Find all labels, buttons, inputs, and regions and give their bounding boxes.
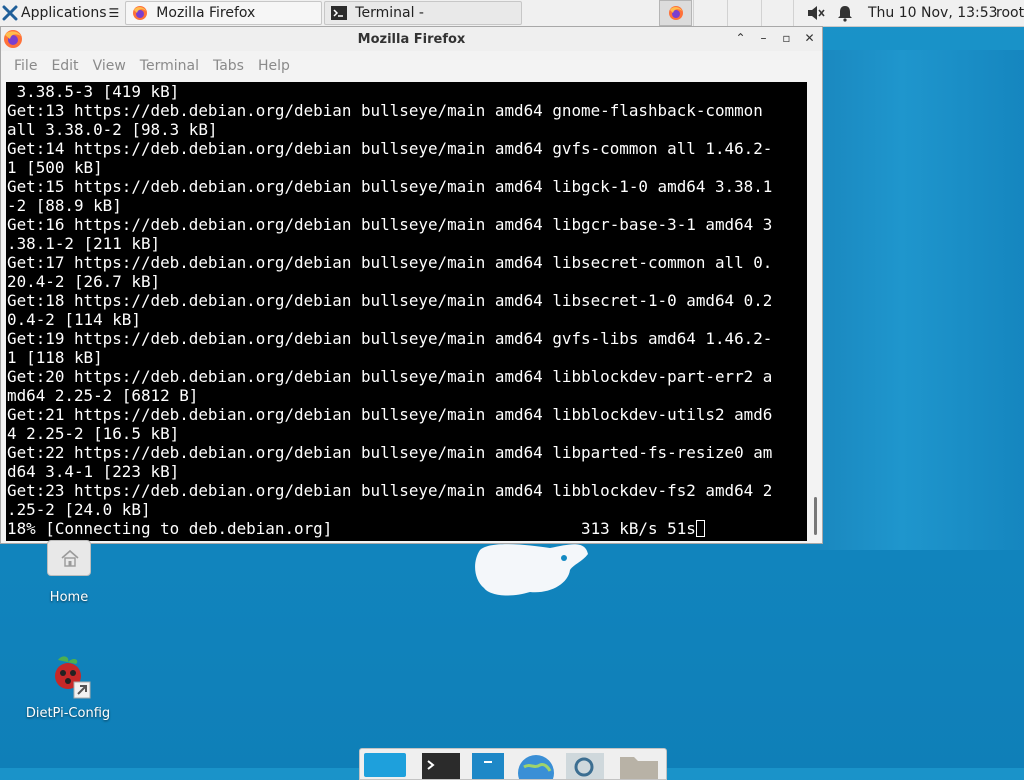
terminal-line: Get:19 https://deb.debian.org/debian bul… [7,329,773,348]
terminal-line: 4 2.25-2 [16.5 kB] [7,424,180,443]
folder-launcher-icon[interactable] [618,753,660,779]
panel-clock[interactable]: Thu 10 Nov, 13:53 [868,0,998,26]
taskbar-item-label: Terminal - [355,5,424,21]
workspace-2-button[interactable] [693,0,726,26]
window-titlebar[interactable]: Mozilla Firefox ⌃ – ▫ ✕ [1,27,822,51]
dietpi-icon [44,652,92,700]
applications-label: Applications [21,5,107,21]
terminal-line: Get:14 https://deb.debian.org/debian bul… [7,139,773,158]
web-browser-launcher-icon[interactable] [516,753,556,779]
terminal-menubar: File Edit View Terminal Tabs Help [1,51,822,81]
menu-terminal[interactable]: Terminal [133,58,206,74]
terminal-line: 3.38.5-3 [419 kB] [16,82,180,101]
terminal-line: 1 [500 kB] [7,158,103,177]
terminal-line: 1 [118 kB] [7,348,103,367]
window-maximize-button[interactable]: ▫ [778,30,795,47]
app-finder-launcher-icon[interactable] [566,753,604,779]
terminal-line: 20.4-2 [26.7 kB] [7,272,161,291]
terminal-line: md64 2.25-2 [6812 B] [7,386,199,405]
terminal-line: Get:23 https://deb.debian.org/debian bul… [7,481,773,500]
volume-muted-icon[interactable] [806,4,826,22]
taskbar-item-label: Mozilla Firefox [156,5,256,21]
home-folder-icon [47,540,91,576]
menu-edit[interactable]: Edit [44,58,85,74]
terminal-line: Get:16 https://deb.debian.org/debian bul… [7,215,773,234]
terminal-line: .25-2 [24.0 kB] [7,500,151,519]
window-title: Mozilla Firefox [357,31,466,47]
bottom-dock [359,748,667,780]
terminal-scrollbar[interactable] [808,82,820,541]
desktop-icon-label: Home [49,590,89,605]
top-panel: Applications ☰ Mozilla Firefox Terminal … [0,0,1024,27]
firefox-icon [669,6,683,20]
terminal-window: Mozilla Firefox ⌃ – ▫ ✕ File Edit View T… [0,26,823,544]
terminal-line: -2 [88.9 kB] [7,196,122,215]
menu-help[interactable]: Help [251,58,297,74]
workspace-3-button[interactable] [727,0,760,26]
menu-view[interactable]: View [86,58,133,74]
notification-bell-icon[interactable] [836,4,854,22]
xfce-logo-icon [2,5,18,21]
terminal-line: Get:22 https://deb.debian.org/debian bul… [7,443,773,462]
firefox-icon [133,6,148,20]
terminal-line: Get:15 https://deb.debian.org/debian bul… [7,177,773,196]
window-shade-button[interactable]: ⌃ [732,30,749,47]
menu-file[interactable]: File [7,58,44,74]
terminal-launcher-icon[interactable] [422,753,460,779]
window-minimize-button[interactable]: – [755,30,772,47]
applications-menu-button[interactable]: Applications ☰ [0,0,123,26]
terminal-line: Get:13 https://deb.debian.org/debian bul… [7,101,763,120]
desktop-icon-home[interactable]: Home [22,540,116,605]
terminal-progress-line: 18% [Connecting to deb.debian.org] 313 k… [7,519,696,538]
terminal-line: Get:18 https://deb.debian.org/debian bul… [7,291,773,310]
scrollbar-thumb[interactable] [814,497,817,535]
desktop-icon-dietpi-config[interactable]: DietPi-Config [18,652,118,721]
terminal-line: d64 3.4-1 [223 kB] [7,462,180,481]
terminal-cursor [695,520,705,537]
window-close-button[interactable]: ✕ [801,30,818,47]
menu-more-icon: ☰ [108,6,120,20]
menu-tabs[interactable]: Tabs [206,58,251,74]
file-manager-launcher-icon[interactable] [472,753,504,779]
terminal-output[interactable]: 3.38.5-3 [419 kB] Get:13 https://deb.deb… [6,82,807,541]
system-tray [806,0,854,26]
terminal-line: Get:17 https://deb.debian.org/debian bul… [7,253,773,272]
terminal-line: all 3.38.0-2 [98.3 kB] [7,120,218,139]
taskbar-item-firefox[interactable]: Mozilla Firefox [125,1,323,25]
taskbar-item-terminal[interactable]: Terminal - [324,1,523,25]
desktop-icon-label: DietPi-Config [25,706,111,721]
terminal-line: Get:20 https://deb.debian.org/debian bul… [7,367,773,386]
terminal-line: .38.1-2 [211 kB] [7,234,161,253]
workspace-1-button[interactable] [659,0,692,26]
desktop-wallpaper-stripe [820,50,1024,550]
terminal-line: Get:21 https://deb.debian.org/debian bul… [7,405,773,424]
xfce-mouse-wallpaper-icon [475,544,588,596]
terminal-text: 3.38.5-3 [419 kB] Get:13 https://deb.deb… [6,82,807,538]
show-desktop-icon[interactable] [364,753,406,777]
workspace-4-button[interactable] [761,0,794,26]
user-menu[interactable]: root [996,0,1024,26]
terminal-line: 0.4-2 [114 kB] [7,310,141,329]
terminal-icon [331,6,348,20]
